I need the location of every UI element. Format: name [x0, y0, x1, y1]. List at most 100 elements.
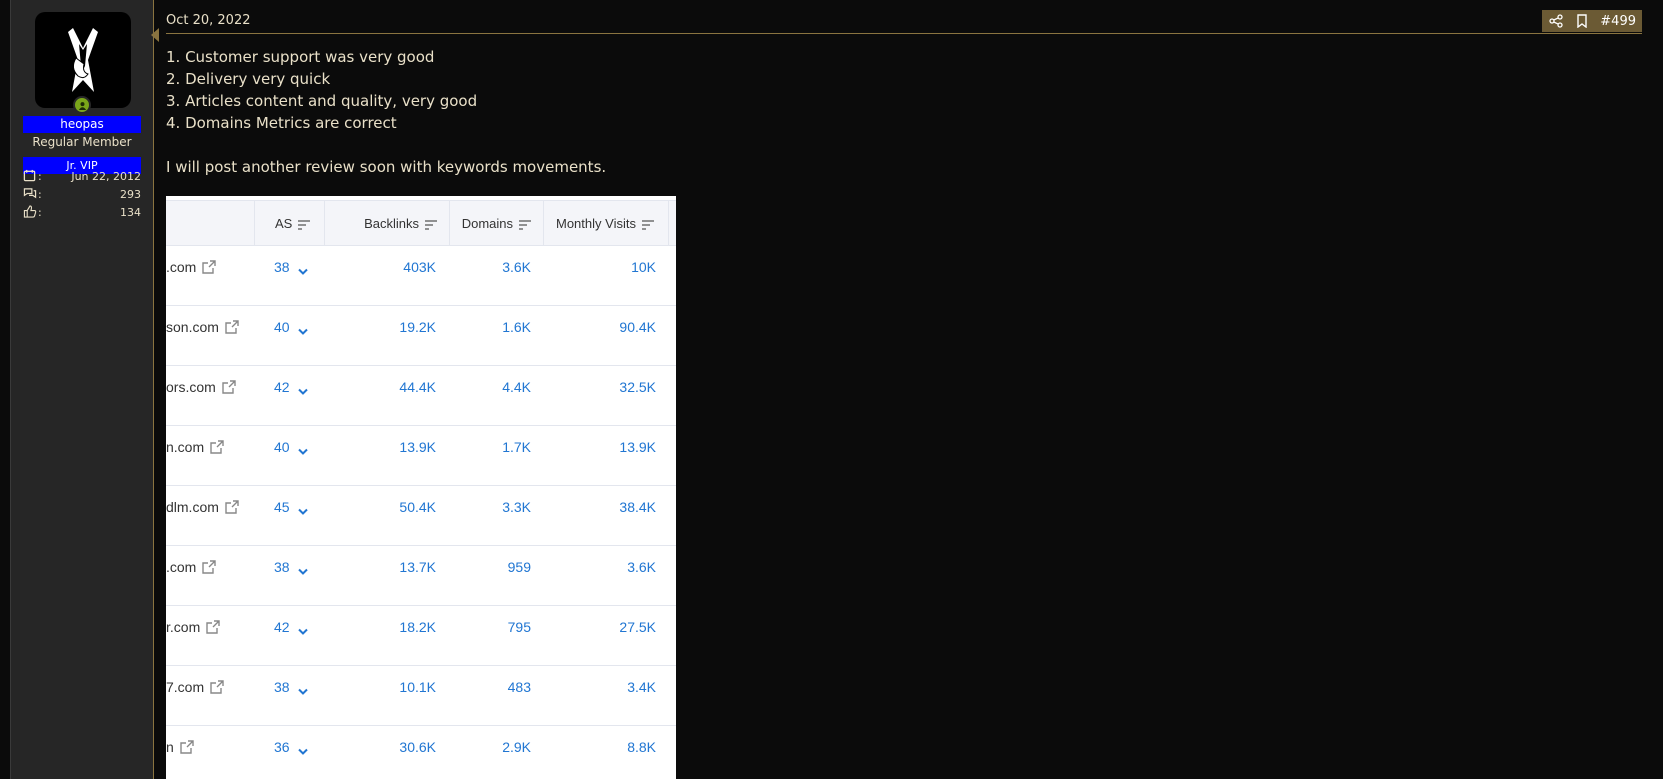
stat-colon: :: [38, 205, 42, 219]
share-icon[interactable]: [1548, 13, 1564, 29]
chevron-down-icon[interactable]: [297, 443, 308, 455]
as-cell[interactable]: 40: [274, 319, 308, 335]
chevron-down-icon[interactable]: [297, 563, 308, 575]
external-link-icon[interactable]: [225, 320, 239, 334]
domains-value[interactable]: 1.7K: [502, 439, 531, 455]
sort-icon: [425, 218, 437, 230]
bookmark-icon[interactable]: [1574, 13, 1590, 29]
domain-cell[interactable]: n: [166, 739, 194, 755]
as-value[interactable]: 40: [274, 439, 290, 455]
domains-value[interactable]: 4.4K: [502, 379, 531, 395]
domains-value[interactable]: 959: [508, 559, 531, 575]
as-value[interactable]: 45: [274, 499, 290, 515]
as-value[interactable]: 42: [274, 619, 290, 635]
backlinks-value[interactable]: 13.7K: [399, 559, 436, 575]
external-link-icon[interactable]: [180, 740, 194, 754]
domain-link[interactable]: n: [166, 739, 174, 755]
domain-link[interactable]: n.com: [166, 439, 204, 455]
visits-value[interactable]: 90.4K: [619, 319, 656, 335]
domain-cell[interactable]: .com: [166, 559, 217, 575]
chevron-down-icon[interactable]: [297, 263, 308, 275]
domains-value[interactable]: 483: [508, 679, 531, 695]
backlinks-value[interactable]: 50.4K: [399, 499, 436, 515]
domains-value[interactable]: 1.6K: [502, 319, 531, 335]
external-link-icon[interactable]: [202, 260, 217, 274]
domains-value[interactable]: 3.6K: [502, 259, 531, 275]
post-line: 4. Domains Metrics are correct: [166, 114, 397, 132]
backlinks-value[interactable]: 44.4K: [399, 379, 436, 395]
domain-cell[interactable]: dlm.com: [166, 499, 239, 515]
as-value[interactable]: 40: [274, 319, 290, 335]
chevron-down-icon[interactable]: [297, 503, 308, 515]
username-link[interactable]: heopas: [23, 116, 141, 133]
visits-value[interactable]: 27.5K: [619, 619, 656, 635]
stat-joined-value: Jun 22, 2012: [71, 169, 141, 183]
visits-value[interactable]: 32.5K: [619, 379, 656, 395]
as-cell[interactable]: 36: [274, 739, 308, 755]
chevron-down-icon[interactable]: [297, 323, 308, 335]
external-link-icon[interactable]: [210, 440, 224, 454]
as-cell[interactable]: 45: [274, 499, 308, 515]
as-value[interactable]: 38: [274, 559, 290, 575]
visits-value[interactable]: 3.6K: [627, 559, 656, 575]
domains-value[interactable]: 3.3K: [502, 499, 531, 515]
as-cell[interactable]: 38: [274, 679, 308, 695]
column-header-as[interactable]: AS: [255, 201, 325, 245]
external-link-icon[interactable]: [202, 560, 217, 574]
visits-value[interactable]: 8.8K: [627, 739, 656, 755]
external-link-icon[interactable]: [222, 380, 236, 394]
backlinks-value[interactable]: 10.1K: [399, 679, 436, 695]
domain-link[interactable]: 7.com: [166, 679, 204, 695]
as-cell[interactable]: 38: [274, 559, 308, 575]
as-cell[interactable]: 38: [274, 259, 308, 275]
column-header-visits[interactable]: Monthly Visits: [544, 201, 669, 245]
domain-link[interactable]: ors.com: [166, 379, 216, 395]
as-value[interactable]: 38: [274, 679, 290, 695]
as-value[interactable]: 42: [274, 379, 290, 395]
chevron-down-icon[interactable]: [297, 743, 308, 755]
visits-value[interactable]: 13.9K: [619, 439, 656, 455]
embedded-screenshot[interactable]: AS Backlinks Domains Monthly Visits .com…: [166, 196, 676, 779]
stat-messages: : 293: [23, 186, 153, 202]
visits-value[interactable]: 38.4K: [619, 499, 656, 515]
domain-link[interactable]: son.com: [166, 319, 219, 335]
external-link-icon[interactable]: [225, 500, 239, 514]
domain-cell[interactable]: .com: [166, 259, 217, 275]
post-date[interactable]: Oct 20, 2022: [166, 13, 251, 28]
domain-cell[interactable]: r.com: [166, 619, 220, 635]
domain-cell[interactable]: 7.com: [166, 679, 224, 695]
backlinks-value[interactable]: 403K: [403, 259, 436, 275]
chevron-down-icon[interactable]: [297, 683, 308, 695]
domain-cell[interactable]: n.com: [166, 439, 224, 455]
as-value[interactable]: 36: [274, 739, 290, 755]
column-header-domains-label: Domains: [461, 215, 513, 231]
domain-cell[interactable]: ors.com: [166, 379, 236, 395]
chevron-down-icon[interactable]: [297, 623, 308, 635]
domain-link[interactable]: r.com: [166, 619, 200, 635]
chevron-down-icon[interactable]: [297, 383, 308, 395]
post-number-link[interactable]: #499: [1600, 14, 1636, 29]
external-link-icon[interactable]: [210, 680, 224, 694]
domain-link[interactable]: dlm.com: [166, 499, 219, 515]
as-cell[interactable]: 40: [274, 439, 308, 455]
domains-value[interactable]: 2.9K: [502, 739, 531, 755]
backlinks-value[interactable]: 18.2K: [399, 619, 436, 635]
as-cell[interactable]: 42: [274, 379, 308, 395]
as-cell[interactable]: 42: [274, 619, 308, 635]
column-header-backlinks[interactable]: Backlinks: [325, 201, 450, 245]
as-value[interactable]: 38: [274, 259, 290, 275]
backlinks-value[interactable]: 13.9K: [399, 439, 436, 455]
domain-cell[interactable]: son.com: [166, 319, 239, 335]
domain-link[interactable]: .com: [166, 259, 196, 275]
avatar[interactable]: [35, 12, 131, 108]
domains-value[interactable]: 795: [508, 619, 531, 635]
external-link-icon[interactable]: [206, 620, 220, 634]
domain-link[interactable]: .com: [166, 559, 196, 575]
backlinks-value[interactable]: 30.6K: [399, 739, 436, 755]
stat-messages-value: 293: [120, 187, 141, 201]
column-header-domains[interactable]: Domains: [450, 201, 544, 245]
visits-value[interactable]: 3.4K: [627, 679, 656, 695]
backlinks-value[interactable]: 19.2K: [399, 319, 436, 335]
thumbs-up-icon: [23, 205, 37, 219]
visits-value[interactable]: 10K: [631, 259, 656, 275]
